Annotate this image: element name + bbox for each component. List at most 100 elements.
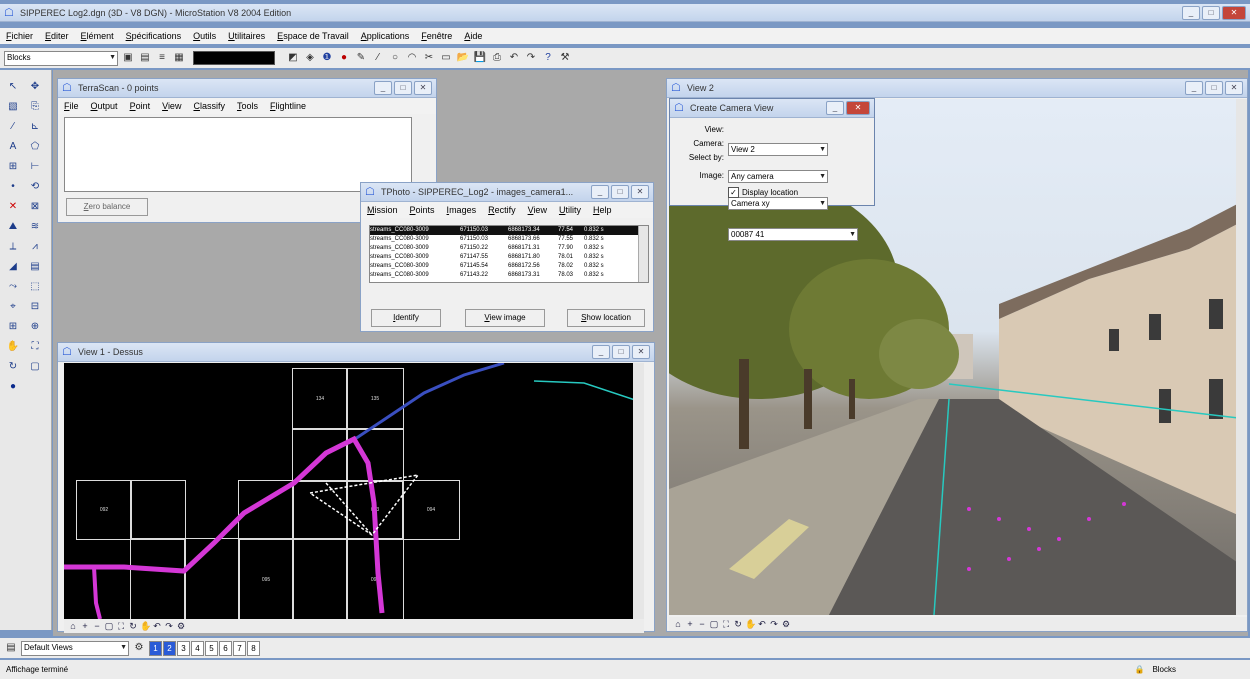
surface-tool-icon[interactable]: ◢ — [6, 260, 20, 274]
view-previous-icon[interactable]: ↶ — [757, 619, 767, 630]
drop-tool-icon[interactable]: ⊠ — [28, 200, 42, 214]
tphoto-menu-utility[interactable]: Utility — [559, 205, 581, 215]
view-next-icon[interactable]: ↷ — [769, 619, 779, 630]
layer-tool-icon[interactable]: ▤ — [28, 260, 42, 274]
select-by-select[interactable]: Camera xy — [728, 197, 828, 210]
image-list-row[interactable]: streams_CC080-3009 671143.22 6868173.31 78.… — [370, 271, 648, 280]
view-image-button[interactable]: View image — [465, 309, 545, 327]
image-list-row[interactable]: streams_CC080-3009 671150.22 6868171.31 77.… — [370, 244, 648, 253]
section-tool-icon[interactable]: ⟂ — [6, 240, 20, 254]
text-tool-icon[interactable]: A — [6, 140, 20, 154]
zoom-out-icon[interactable]: − — [92, 621, 102, 631]
color-icon[interactable]: ▣ — [121, 51, 135, 65]
print-icon[interactable]: ⎙ — [490, 51, 504, 65]
point-tool-icon[interactable]: • — [6, 180, 20, 194]
pan-tool-icon[interactable]: ✋ — [6, 340, 20, 354]
element-selection-icon[interactable]: ◩ — [286, 51, 300, 65]
tphoto-menu-images[interactable]: Images — [447, 205, 477, 215]
zero-balance-button[interactable]: Zero balance — [66, 198, 148, 216]
zoom-tool-icon[interactable]: ⊕ — [28, 320, 42, 334]
view-groups-icon[interactable]: ▤ — [4, 641, 18, 655]
tphoto-menu-help[interactable]: Help — [593, 205, 612, 215]
modify-tool-icon[interactable]: ⟲ — [28, 180, 42, 194]
pan-view-icon[interactable]: ✋ — [140, 621, 151, 632]
zoom-out-icon[interactable]: − — [697, 619, 707, 629]
copy-tool-icon[interactable]: ⎘ — [28, 100, 42, 114]
style-icon[interactable]: ▤ — [138, 51, 152, 65]
move-tool-icon[interactable]: ✥ — [28, 80, 42, 94]
view-groups-manage-icon[interactable]: ⚙ — [132, 641, 146, 655]
menu-editer[interactable]: Editer — [45, 31, 69, 41]
pan-view-icon[interactable]: ✋ — [745, 619, 756, 630]
rotate-tool-icon[interactable]: ↻ — [6, 360, 20, 374]
draw-icon[interactable]: ✎ — [354, 51, 368, 65]
dimension-tool-icon[interactable]: ⊢ — [28, 160, 42, 174]
cell-tool-icon[interactable]: ⊞ — [6, 160, 20, 174]
close-button[interactable]: ✕ — [1222, 5, 1246, 20]
delete-tool-icon[interactable]: ✕ — [6, 200, 20, 214]
zoom-in-icon[interactable]: + — [685, 619, 695, 629]
line-draw-icon[interactable]: ∕ — [6, 120, 20, 134]
view-attributes-icon[interactable]: ⚙ — [176, 621, 186, 632]
polygon-tool-icon[interactable]: ⬠ — [28, 140, 42, 154]
tphoto-menu-view[interactable]: View — [528, 205, 547, 215]
terrascan-close-button[interactable]: ✕ — [414, 81, 432, 95]
menu-element[interactable]: Elément — [81, 31, 114, 41]
view-button[interactable]: 6 — [219, 640, 232, 656]
menu-outils[interactable]: Outils — [193, 31, 216, 41]
tools-icon[interactable]: ⚒ — [558, 51, 572, 65]
table-tool-icon[interactable]: ⊞ — [6, 320, 20, 334]
view-button[interactable]: 7 — [233, 640, 246, 656]
camera-tool-icon[interactable]: ⌖ — [6, 300, 20, 314]
terrascan-menu-classify[interactable]: Classify — [193, 101, 225, 111]
lock-icon[interactable]: 🔒 — [1134, 665, 1144, 674]
image-list-scrollbar[interactable] — [638, 226, 648, 282]
update-view-icon[interactable]: ⌂ — [673, 619, 683, 629]
line-tool-icon[interactable]: ⁄ — [371, 51, 385, 65]
menu-fenetre[interactable]: Fenêtre — [421, 31, 452, 41]
terrascan-minimize-button[interactable]: _ — [374, 81, 392, 95]
view2-vscrollbar[interactable] — [1236, 99, 1247, 615]
tphoto-menu-mission[interactable]: Mission — [367, 205, 398, 215]
menu-utilitaires[interactable]: Utilitaires — [228, 31, 265, 41]
view-button[interactable]: 3 — [177, 640, 190, 656]
tphoto-minimize-button[interactable]: _ — [591, 185, 609, 199]
fit-view-icon[interactable]: ⛶ — [721, 619, 731, 630]
view1-canvas[interactable]: 134 135 092 093 094 095 096 — [64, 363, 644, 619]
tphoto-menu-points[interactable]: Points — [410, 205, 435, 215]
camera-select[interactable]: Any camera — [728, 170, 828, 183]
view-attributes-icon[interactable]: ⚙ — [781, 619, 791, 630]
display-location-checkbox[interactable]: ✓ — [728, 187, 739, 198]
fence-tool-icon[interactable]: ▧ — [6, 100, 20, 114]
view1-close-button[interactable]: ✕ — [632, 345, 650, 359]
classify-tool-icon[interactable]: ≋ — [28, 220, 42, 234]
window-area-icon[interactable]: ▢ — [104, 621, 114, 632]
image-list-row[interactable]: streams_CC080-3009 671150.03 6868173.34 77.… — [370, 226, 648, 235]
new-file-icon[interactable]: ▭ — [439, 51, 453, 65]
view-next-icon[interactable]: ↷ — [164, 621, 174, 632]
line-icon[interactable]: ▦ — [172, 51, 186, 65]
circle-tool-icon[interactable]: ○ — [388, 51, 402, 65]
rotate-view-icon[interactable]: ↻ — [733, 619, 743, 630]
save-icon[interactable]: 💾 — [473, 51, 487, 65]
window-tool-icon[interactable]: ▢ — [28, 360, 42, 374]
menu-aide[interactable]: Aide — [464, 31, 482, 41]
menu-espace-travail[interactable]: Espace de Travail — [277, 31, 349, 41]
terrascan-list[interactable] — [64, 117, 412, 192]
fit-view-icon[interactable]: ⛶ — [116, 621, 126, 632]
view-select[interactable]: View 2 — [728, 143, 828, 156]
menu-specifications[interactable]: Spécifications — [126, 31, 182, 41]
measure-icon[interactable]: ⊾ — [28, 120, 42, 134]
line-style-swatch[interactable] — [193, 51, 275, 65]
view-groups-combo[interactable]: Default Views — [21, 640, 129, 656]
tphoto-maximize-button[interactable]: □ — [611, 185, 629, 199]
view-button[interactable]: 5 — [205, 640, 218, 656]
menu-fichier[interactable]: Fichier — [6, 31, 33, 41]
route-tool-icon[interactable]: ⤳ — [6, 280, 20, 294]
grid-tool-icon[interactable]: ⊟ — [28, 300, 42, 314]
show-location-button[interactable]: Show location — [567, 309, 645, 327]
terrascan-menu-flightline[interactable]: Flightline — [270, 101, 306, 111]
view1-minimize-button[interactable]: _ — [592, 345, 610, 359]
view1-maximize-button[interactable]: □ — [612, 345, 630, 359]
update-view-icon[interactable]: ⌂ — [68, 621, 78, 631]
